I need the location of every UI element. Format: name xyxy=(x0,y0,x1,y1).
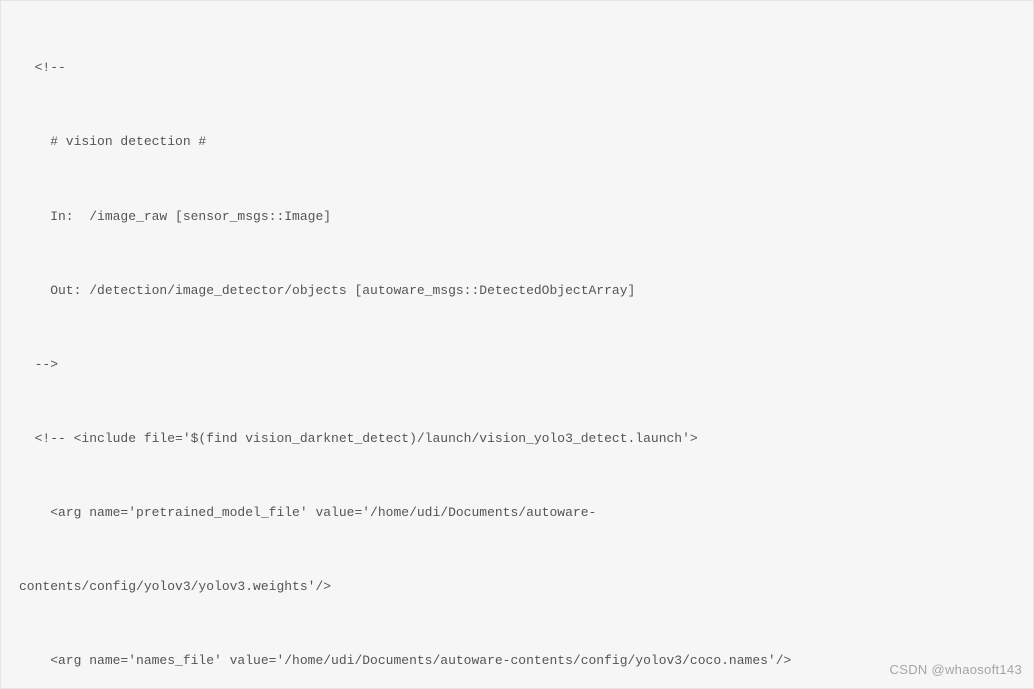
code-line: --> xyxy=(1,353,1033,378)
code-line: In: /image_raw [sensor_msgs::Image] xyxy=(1,205,1033,230)
code-block: <!-- # vision detection # In: /image_raw… xyxy=(0,0,1034,689)
watermark: CSDN @whaosoft143 xyxy=(890,658,1022,683)
code-line: <arg name='pretrained_model_file' value=… xyxy=(1,501,1033,526)
code-line: Out: /detection/image_detector/objects [… xyxy=(1,279,1033,304)
code-line: contents/config/yolov3/yolov3.weights'/> xyxy=(1,575,1033,600)
code-line: # vision detection # xyxy=(1,130,1033,155)
code-line: <arg name='names_file' value='/home/udi/… xyxy=(1,649,1033,674)
code-line: <!-- xyxy=(1,56,1033,81)
code-line: <!-- <include file='$(find vision_darkne… xyxy=(1,427,1033,452)
